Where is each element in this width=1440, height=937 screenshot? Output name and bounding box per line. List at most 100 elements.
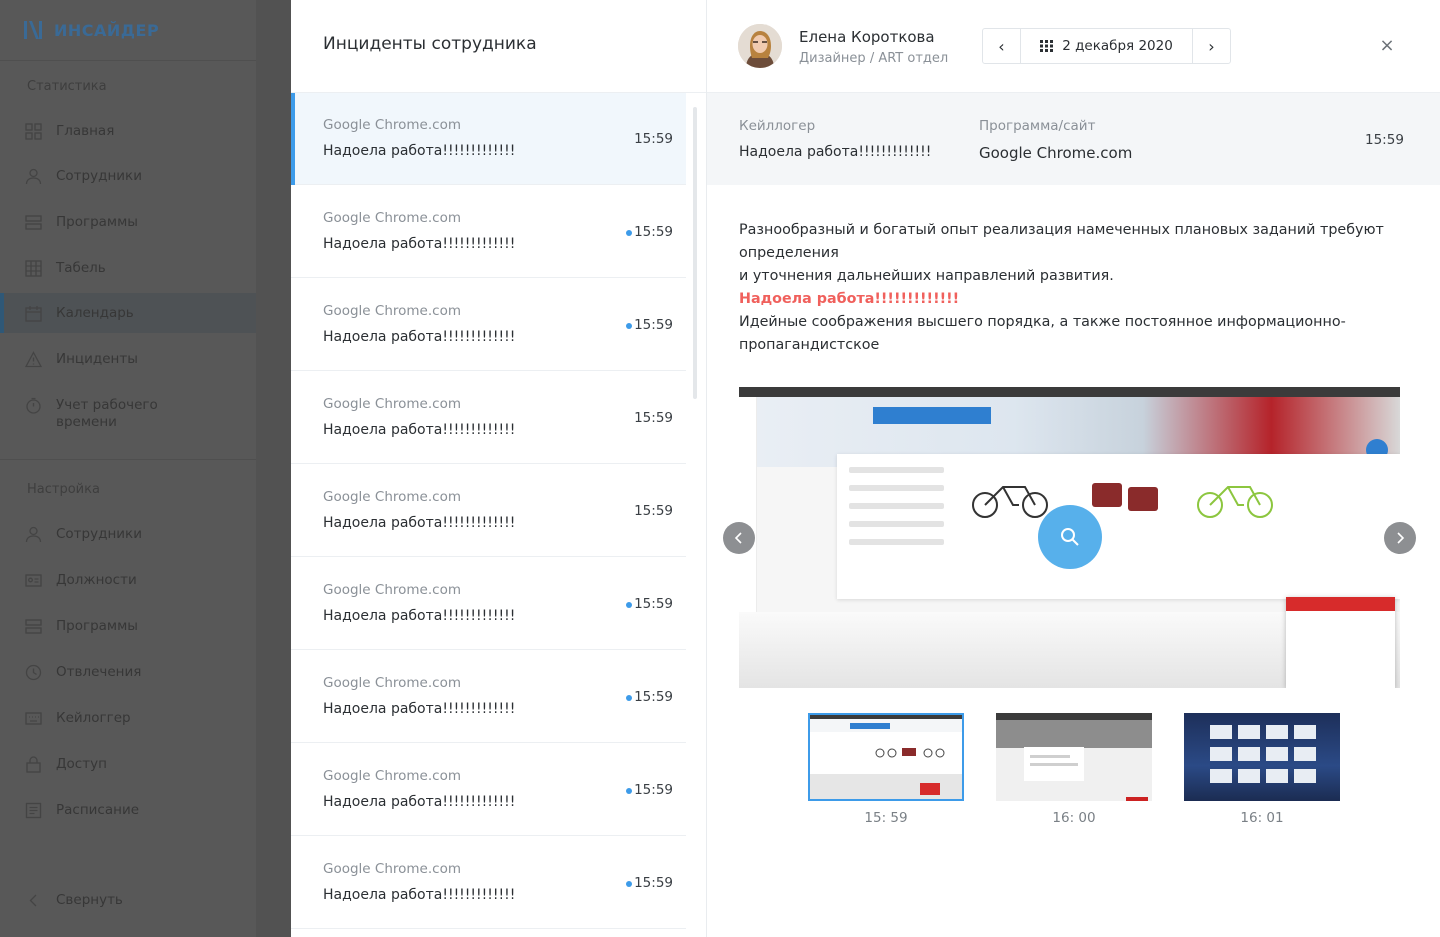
sidebar-item-label: Программы <box>56 617 138 634</box>
sidebar-item-home[interactable]: Главная <box>0 111 256 151</box>
incident-list-item[interactable]: Google Chrome.com Надоела работа!!!!!!!!… <box>291 186 686 278</box>
user-icon <box>25 526 42 542</box>
sidebar-item-settings-programs[interactable]: Программы <box>0 606 256 646</box>
logo-mark-icon <box>24 21 42 39</box>
sidebar-item-label: Главная <box>56 122 115 139</box>
sidebar-collapse-button[interactable]: Свернуть <box>0 880 256 920</box>
clock-icon <box>25 664 42 680</box>
timer-icon <box>26 397 41 414</box>
incident-time: 15:59 <box>634 410 673 426</box>
date-navigator: ‹ 2 декабря 2020 › <box>982 28 1231 64</box>
incident-source: Google Chrome.com <box>323 675 461 691</box>
incident-time: 15:59 <box>634 596 673 612</box>
bicycle-icon <box>972 486 1048 518</box>
next-date-button[interactable]: › <box>1192 29 1230 63</box>
incident-list-item[interactable]: Google Chrome.com Надоела работа!!!!!!!!… <box>291 837 686 929</box>
program-value: Google Chrome.com <box>979 144 1133 162</box>
incident-source: Google Chrome.com <box>323 489 461 505</box>
incident-source: Google Chrome.com <box>323 210 461 226</box>
sidebar-item-calendar[interactable]: Календарь <box>0 293 256 333</box>
sidebar-item-label: Доступ <box>56 755 107 772</box>
sidebar-item-employees[interactable]: Сотрудники <box>0 156 256 196</box>
sidebar-item-timesheet[interactable]: Табель <box>0 248 256 288</box>
sidebar-item-label: Должности <box>56 571 137 588</box>
sidebar-item-access[interactable]: Доступ <box>0 744 256 784</box>
incident-source: Google Chrome.com <box>323 582 461 598</box>
incident-list-item[interactable]: Google Chrome.com Надоела работа!!!!!!!!… <box>291 372 686 464</box>
sidebar-item-incidents[interactable]: Инциденты <box>0 339 256 379</box>
prev-screenshot-button[interactable] <box>723 522 755 554</box>
incident-message: Надоела работа!!!!!!!!!!!!! <box>323 422 516 438</box>
screenshot-thumbnail[interactable] <box>808 713 964 801</box>
text-line: и уточнения дальнейших направлений разви… <box>739 268 1114 284</box>
sidebar-item-label: Календарь <box>56 304 134 321</box>
sidebar-item-settings-employees[interactable]: Сотрудники <box>0 514 256 554</box>
unread-dot-icon <box>626 695 632 701</box>
incident-list-item[interactable]: Google Chrome.com Надоела работа!!!!!!!!… <box>291 558 686 650</box>
incident-message: Надоела работа!!!!!!!!!!!!! <box>323 794 516 810</box>
incident-source: Google Chrome.com <box>323 117 461 133</box>
thumbnail-preview-icon <box>1024 747 1148 801</box>
incident-time: 15:59 <box>634 689 673 705</box>
chevron-right-icon <box>1397 532 1405 544</box>
screenshot-browser-bar <box>739 387 1400 397</box>
logo-text: ИНСАЙДЕР <box>54 20 160 40</box>
incident-list-item[interactable]: Google Chrome.com Надоела работа!!!!!!!!… <box>291 279 686 371</box>
sidebar-item-label: Учет рабочего времени <box>56 397 158 430</box>
sidebar-item-programs[interactable]: Программы <box>0 202 256 242</box>
incident-list-item[interactable]: Google Chrome.com Надоела работа!!!!!!!!… <box>291 465 686 557</box>
bicycle-icon <box>1197 486 1273 518</box>
sidebar-item-schedule[interactable]: Расписание <box>0 790 256 830</box>
keylogger-value: Надоела работа!!!!!!!!!!!!! <box>739 144 932 160</box>
incident-list-item[interactable]: Google Chrome.com Надоела работа!!!!!!!!… <box>291 93 686 185</box>
incident-list-item[interactable]: Google Chrome.com Надоела работа!!!!!!!!… <box>291 744 686 836</box>
sidebar-item-distractions[interactable]: Отвлечения <box>0 652 256 692</box>
incident-list-item[interactable]: Google Chrome.com Надоела работа!!!!!!!!… <box>291 651 686 743</box>
user-icon <box>25 168 42 184</box>
incident-list-panel: Инциденты сотрудника Google Chrome.com Н… <box>291 0 707 937</box>
logo[interactable]: ИНСАЙДЕР <box>22 18 159 42</box>
highlighted-phrase: Надоела работа!!!!!!!!!!!!! <box>739 291 960 307</box>
sidebar-item-label: Инциденты <box>56 350 138 367</box>
thumbnail-time: 16: 00 <box>1052 810 1096 826</box>
current-date: 2 декабря 2020 <box>1062 38 1173 54</box>
incident-message: Надоела работа!!!!!!!!!!!!! <box>323 143 516 159</box>
sidebar-item-positions[interactable]: Должности <box>0 560 256 600</box>
grid-icon <box>25 122 42 140</box>
incident-source: Google Chrome.com <box>323 396 461 412</box>
incident-source: Google Chrome.com <box>323 768 461 784</box>
incident-message: Надоела работа!!!!!!!!!!!!! <box>323 608 516 624</box>
zoom-search-icon[interactable] <box>1038 505 1102 569</box>
unread-dot-icon <box>626 881 632 887</box>
thumbnail-time: 15: 59 <box>864 810 908 826</box>
sidebar-item-label: Сотрудники <box>56 525 142 542</box>
keyboard-icon <box>25 711 42 725</box>
screenshot-chat-widget <box>1286 597 1395 688</box>
date-picker[interactable]: 2 декабря 2020 <box>1021 29 1192 63</box>
next-screenshot-button[interactable] <box>1384 522 1416 554</box>
list-scrollbar[interactable] <box>693 107 697 399</box>
panel-title: Инциденты сотрудника <box>323 34 537 54</box>
screenshot-thumbnail[interactable] <box>996 713 1152 801</box>
sidebar-item-label: Кейлоггер <box>56 709 131 726</box>
sidebar-divider <box>0 60 256 61</box>
employee-role: Дизайнер / ART отдел <box>799 51 949 66</box>
screenshot-preview[interactable] <box>739 387 1400 688</box>
incident-message: Надоела работа!!!!!!!!!!!!! <box>323 515 516 531</box>
sidebar: ИНСАЙДЕР Статистика Главная Сотрудники П… <box>0 0 291 937</box>
text-line: Идейные соображения высшего порядка, а т… <box>739 314 1346 353</box>
incident-time: 15:59 <box>634 317 673 333</box>
screenshot-thumbnail[interactable] <box>1184 713 1340 801</box>
prev-date-button[interactable]: ‹ <box>983 29 1021 63</box>
incident-time: 15:59 <box>634 131 673 147</box>
sidebar-item-keylogger[interactable]: Кейлоггер <box>0 698 256 738</box>
keylogger-text: Разнообразный и богатый опыт реализация … <box>739 219 1399 357</box>
close-button[interactable]: × <box>1377 36 1397 56</box>
stack-icon <box>25 618 42 634</box>
id-card-icon <box>25 573 42 587</box>
sidebar-item-time-tracking[interactable]: Учет рабочего времени <box>0 393 256 437</box>
screenshot-menu <box>849 467 944 577</box>
unread-dot-icon <box>626 602 632 608</box>
incident-source: Google Chrome.com <box>323 861 461 877</box>
unread-dot-icon <box>626 788 632 794</box>
